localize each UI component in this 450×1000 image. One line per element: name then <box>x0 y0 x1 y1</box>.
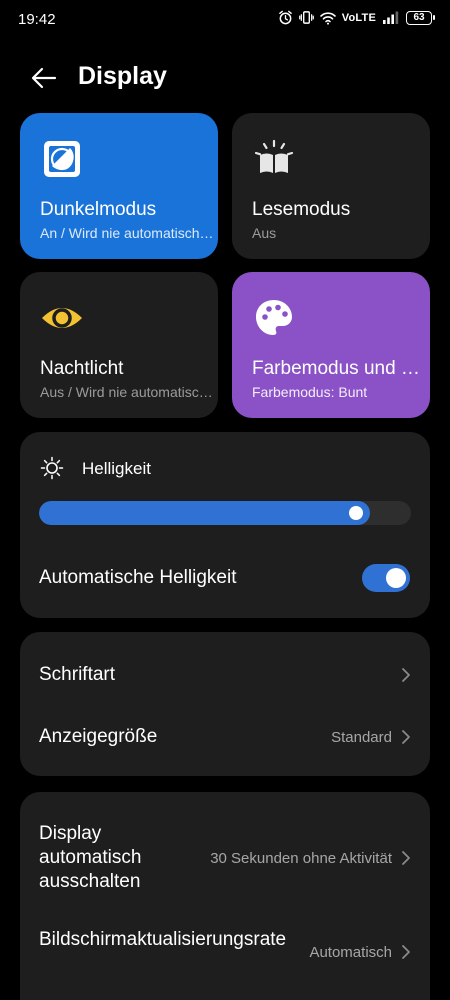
tile-night-light-label: Nachtlicht <box>40 358 124 379</box>
brightness-card: Helligkeit Automatische Helligkeit <box>20 432 430 618</box>
display-size-value: Standard <box>331 728 392 746</box>
wifi-icon <box>319 11 336 25</box>
palette-icon <box>256 300 292 335</box>
chevron-right-icon <box>402 945 410 959</box>
page-title: Display <box>78 62 167 90</box>
dark-mode-icon <box>44 141 80 177</box>
back-button[interactable] <box>28 62 60 94</box>
refresh-rate-value: Automatisch <box>309 943 392 961</box>
brightness-slider-thumb[interactable] <box>349 506 364 520</box>
auto-brightness-toggle-knob <box>386 568 406 588</box>
volte-indicator: VoLTE <box>341 11 376 24</box>
battery-icon: 63 <box>406 10 435 25</box>
screen-card: Display automatisch ausschalten 30 Sekun… <box>20 792 430 1000</box>
tile-color-mode[interactable]: Farbemodus und Farbtemperatur Farbemodus… <box>232 272 430 418</box>
brightness-title: Helligkeit <box>82 459 151 478</box>
font-label: Schriftart <box>39 664 116 685</box>
font-row[interactable]: Schriftart <box>20 660 430 690</box>
screen-timeout-value: 30 Sekunden ohne Aktivität <box>210 849 392 867</box>
auto-brightness-toggle[interactable] <box>362 564 410 592</box>
tile-reading-mode[interactable]: Lesemodus Aus <box>232 113 430 259</box>
refresh-rate-label: Bildschirmaktualisierungsrate <box>39 929 287 950</box>
tile-dark-mode-status: An / Wird nie automatisch ausgeschaltet <box>40 225 216 241</box>
tile-reading-mode-status: Aus <box>252 225 277 241</box>
display-size-row[interactable]: Anzeigegröße Standard <box>20 722 430 752</box>
back-arrow-icon <box>31 67 57 89</box>
brightness-slider[interactable] <box>39 501 411 525</box>
battery-level: 63 <box>413 12 425 23</box>
chevron-right-icon <box>402 668 410 682</box>
status-time: 19:42 <box>18 11 56 28</box>
tile-color-mode-status: Farbemodus: Bunt <box>252 384 368 400</box>
font-card: Schriftart Anzeigegröße Standard <box>20 632 430 776</box>
eye-icon <box>42 308 82 328</box>
reading-mode-icon <box>254 139 294 173</box>
status-icons: VoLTE 63 <box>278 10 435 25</box>
vibrate-icon <box>298 11 314 24</box>
tile-night-light[interactable]: Nachtlicht Aus / Wird nie automatisch ei… <box>20 272 218 418</box>
tile-color-mode-label: Farbemodus und Farbtemperatur <box>252 358 428 379</box>
chevron-right-icon <box>402 851 410 865</box>
status-bar: 19:42 VoLTE 63 <box>0 0 450 40</box>
screen-timeout-row[interactable]: Display automatisch ausschalten 30 Sekun… <box>20 820 430 896</box>
auto-brightness-label: Automatische Helligkeit <box>39 567 237 588</box>
refresh-rate-row[interactable]: Bildschirmaktualisierungsrate Automatisc… <box>20 926 430 978</box>
tile-dark-mode-label: Dunkelmodus <box>40 199 157 220</box>
auto-brightness-row[interactable]: Automatische Helligkeit <box>20 560 430 596</box>
tile-night-light-status: Aus / Wird nie automatisch eingeschaltet <box>40 384 216 400</box>
signal-icon <box>383 11 399 24</box>
header: Display <box>0 56 450 100</box>
alarm-icon <box>278 10 292 25</box>
display-size-label: Anzeigegröße <box>39 726 158 747</box>
tile-dark-mode[interactable]: Dunkelmodus An / Wird nie automatisch au… <box>20 113 218 259</box>
chevron-right-icon <box>402 730 410 744</box>
sun-icon <box>40 456 64 480</box>
tile-reading-mode-label: Lesemodus <box>252 199 351 220</box>
brightness-slider-fill <box>39 501 371 525</box>
screen-timeout-label: Display automatisch ausschalten <box>39 823 142 892</box>
